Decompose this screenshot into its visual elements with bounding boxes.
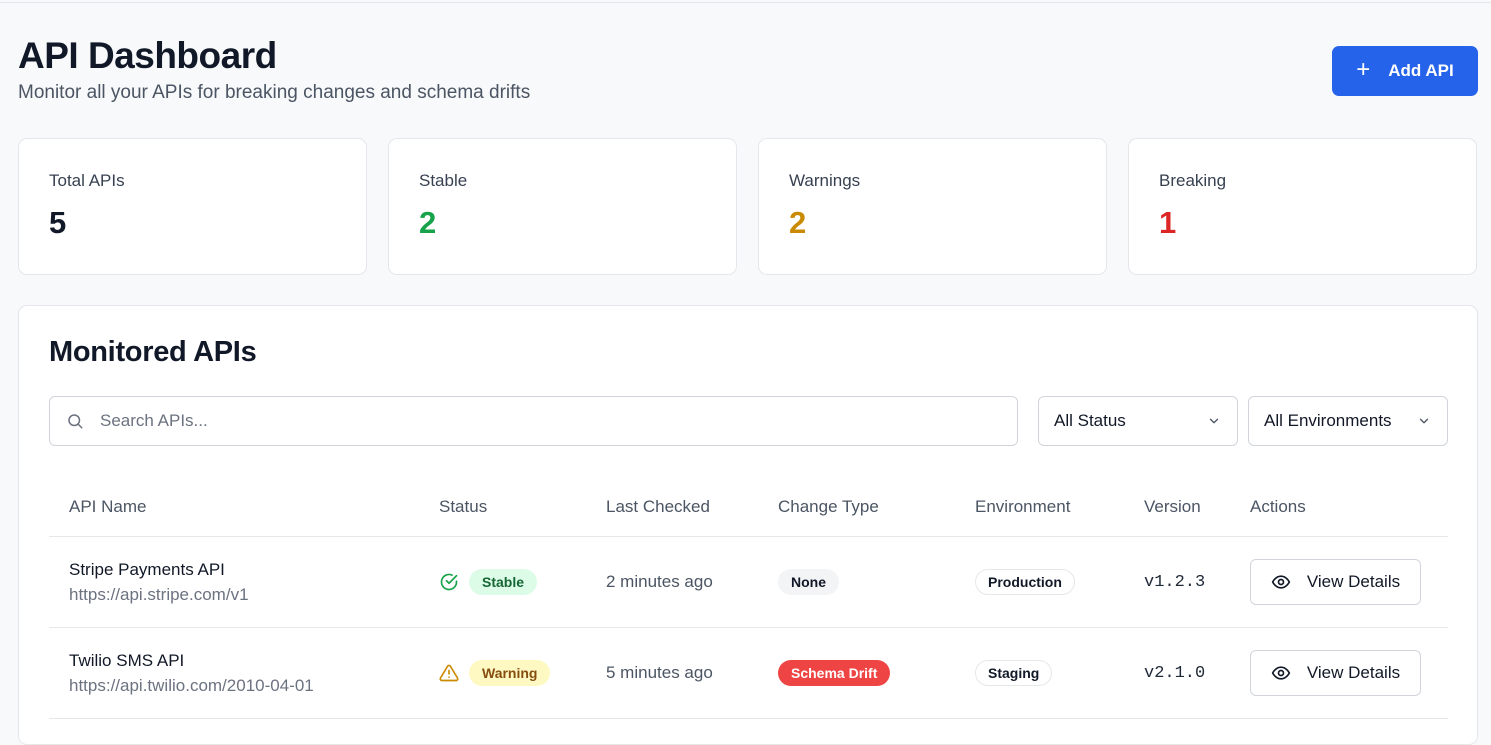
change-type-badge: None: [778, 569, 839, 595]
search-box[interactable]: [49, 396, 1018, 446]
change-type-badge: Schema Drift: [778, 660, 891, 686]
stats-row: Total APIs 5 Stable 2 Warnings 2 Breakin…: [18, 138, 1478, 275]
panel-title: Monitored APIs: [49, 336, 257, 368]
apis-table: API Name Status Last Checked Change Type…: [49, 478, 1448, 719]
api-name: Twilio SMS API: [69, 650, 185, 670]
column-header: Actions: [1250, 497, 1306, 516]
stat-card-stable: Stable 2: [388, 138, 737, 275]
status-wrap: Stable: [439, 569, 538, 595]
environment-cell: Production: [975, 537, 1075, 627]
plus-icon: +: [1356, 56, 1371, 83]
eye-icon: [1271, 575, 1291, 589]
column-header: Version: [1144, 497, 1201, 516]
search-input[interactable]: [100, 411, 980, 431]
column-header: Environment: [975, 497, 1071, 516]
page-title: API Dashboard: [18, 35, 277, 76]
api-name-block: Stripe Payments API https://api.stripe.c…: [69, 560, 249, 605]
check-circle-icon: [440, 573, 458, 591]
status-cell: Stable: [439, 537, 538, 627]
view-details-label: View Details: [1306, 572, 1401, 591]
api-name: Stripe Payments API: [69, 559, 225, 579]
column-header: API Name: [69, 497, 147, 516]
stat-label: Warnings: [789, 171, 861, 190]
monitored-apis-panel: Monitored APIs All Status All Environmen…: [18, 305, 1478, 745]
stat-card-warnings: Warnings 2: [758, 138, 1107, 275]
view-details-button[interactable]: View Details: [1250, 650, 1421, 696]
eye-icon: [1271, 666, 1291, 680]
table-row: Stripe Payments API https://api.stripe.c…: [49, 537, 1448, 628]
environment-badge: Production: [975, 569, 1075, 595]
environment-badge: Staging: [975, 660, 1053, 686]
last-checked: 5 minutes ago: [606, 663, 713, 682]
chevron-down-icon: [1419, 418, 1429, 424]
actions-cell: View Details: [1250, 537, 1421, 627]
stat-value: 1: [1159, 205, 1177, 240]
page-subtitle: Monitor all your APIs for breaking chang…: [18, 82, 531, 103]
chevron-down-icon: [1209, 418, 1219, 424]
warning-triangle-icon: [439, 664, 459, 682]
api-name-cell: Stripe Payments API https://api.stripe.c…: [69, 537, 249, 627]
api-name-cell: Twilio SMS API https://api.twilio.com/20…: [69, 628, 314, 718]
api-name-block: Twilio SMS API https://api.twilio.com/20…: [69, 651, 314, 696]
column-header: Last Checked: [606, 497, 710, 516]
status-wrap: Warning: [439, 660, 551, 686]
status-cell: Warning: [439, 628, 551, 718]
search-icon: [68, 414, 83, 429]
add-api-button[interactable]: + Add API: [1332, 46, 1478, 96]
table-header-row: API Name Status Last Checked Change Type…: [49, 478, 1448, 537]
api-url: https://api.twilio.com/2010-04-01: [69, 675, 314, 695]
stat-card-total: Total APIs 5: [18, 138, 367, 275]
version: v2.1.0: [1144, 663, 1206, 683]
add-api-label: Add API: [1388, 61, 1454, 80]
table-row: Twilio SMS API https://api.twilio.com/20…: [49, 628, 1448, 719]
stat-value: 2: [419, 205, 437, 240]
environment-cell: Staging: [975, 628, 1053, 718]
view-details-label: View Details: [1306, 663, 1401, 682]
environment-filter-select[interactable]: All Environments: [1248, 396, 1448, 446]
status-filter-value: All Status: [1054, 411, 1126, 430]
column-header: Change Type: [778, 497, 879, 516]
api-url: https://api.stripe.com/v1: [69, 584, 249, 604]
view-details-button[interactable]: View Details: [1250, 559, 1421, 605]
column-header: Status: [439, 497, 488, 516]
stat-value: 5: [49, 205, 67, 240]
last-checked: 2 minutes ago: [606, 572, 713, 591]
stat-label: Stable: [419, 171, 468, 190]
top-divider: [0, 2, 1491, 3]
stat-label: Breaking: [1159, 171, 1227, 190]
change-type-cell: Schema Drift: [778, 628, 891, 718]
status-badge: Warning: [469, 660, 551, 686]
page-header: API Dashboard Monitor all your APIs for …: [18, 34, 1478, 114]
actions-cell: View Details: [1250, 628, 1421, 718]
stat-value: 2: [789, 205, 807, 240]
stat-card-breaking: Breaking 1: [1128, 138, 1477, 275]
environment-filter-value: All Environments: [1264, 411, 1392, 430]
stat-label: Total APIs: [49, 171, 125, 190]
status-badge: Stable: [469, 569, 538, 595]
status-filter-select[interactable]: All Status: [1038, 396, 1238, 446]
change-type-cell: None: [778, 537, 839, 627]
version: v1.2.3: [1144, 572, 1206, 592]
